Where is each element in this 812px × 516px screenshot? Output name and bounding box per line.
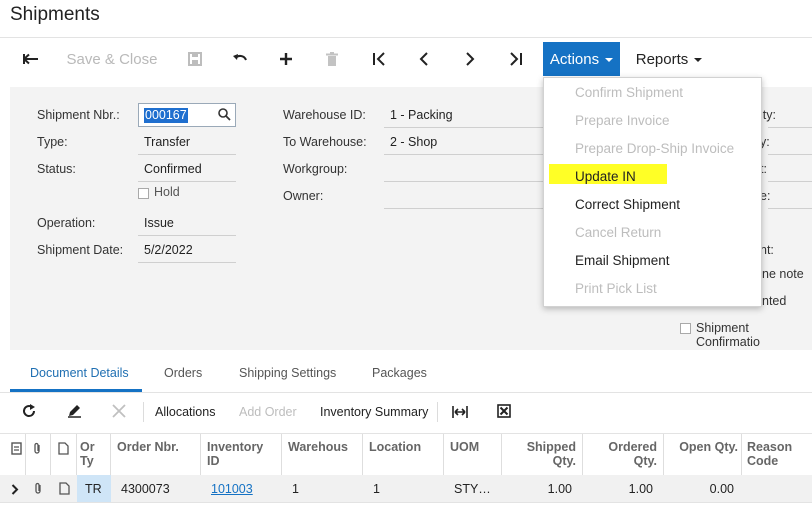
allocations-button[interactable]: Allocations	[155, 405, 215, 419]
shipment-confirmation-checkbox[interactable]	[680, 323, 691, 334]
cell-uom[interactable]: STY…	[454, 482, 491, 496]
add-icon[interactable]	[269, 42, 303, 76]
to-warehouse-label: To Warehouse:	[283, 135, 367, 149]
cell-open-qty[interactable]: 0.00	[668, 482, 734, 496]
undo-icon[interactable]	[223, 42, 257, 76]
right-label-fragment: ne note	[762, 267, 804, 281]
owner-field[interactable]	[384, 183, 544, 209]
refresh-icon[interactable]	[22, 404, 36, 423]
shipment-nbr-label: Shipment Nbr.:	[37, 108, 120, 122]
note-icon[interactable]	[59, 482, 70, 500]
tab-orders[interactable]: Orders	[164, 366, 202, 380]
delete-icon[interactable]	[315, 42, 349, 76]
save-close-button[interactable]: Save & Close	[62, 42, 162, 76]
shipment-nbr-field[interactable]: 000167	[138, 103, 236, 127]
export-excel-icon[interactable]	[497, 404, 511, 423]
warehouse-id-field[interactable]: 1 - Packing	[384, 102, 544, 128]
reports-menu-button[interactable]: Reports	[628, 42, 710, 76]
actions-menu-button[interactable]: Actions	[543, 42, 620, 76]
menu-item-prepare-drop-ship-invoice[interactable]: Prepare Drop-Ship Invoice	[575, 141, 734, 156]
title-divider	[0, 37, 812, 38]
shipment-date-field[interactable]: 5/2/2022	[138, 237, 236, 263]
workgroup-label: Workgroup:	[283, 162, 348, 176]
shipment-nbr-value: 000167	[144, 108, 188, 123]
search-icon[interactable]	[218, 108, 231, 126]
chevron-down-icon	[694, 58, 703, 62]
operation-label: Operation:	[37, 216, 96, 230]
menu-item-confirm-shipment[interactable]: Confirm Shipment	[575, 85, 683, 100]
tabs-divider	[0, 392, 812, 393]
field-underline	[768, 154, 812, 155]
shipment-confirmation-label: Shipment Confirmatio	[696, 321, 760, 349]
reports-label: Reports	[635, 50, 689, 68]
next-record-icon[interactable]	[453, 42, 487, 76]
cell-warehouse[interactable]: 1	[292, 482, 299, 496]
row-expand-chevron-icon[interactable]	[11, 482, 19, 500]
operation-field[interactable]: Issue	[138, 210, 236, 236]
right-label-fragment: ity:	[760, 108, 776, 122]
menu-item-email-shipment[interactable]: Email Shipment	[575, 253, 670, 268]
cell-ordered-qty[interactable]: 1.00	[589, 482, 653, 496]
field-underline	[768, 127, 812, 128]
chevron-down-icon	[605, 58, 614, 62]
actions-dropdown-menu	[543, 77, 762, 307]
to-warehouse-field[interactable]: 2 - Shop	[384, 129, 544, 155]
save-icon[interactable]	[178, 42, 212, 76]
edit-pencil-icon[interactable]	[67, 404, 82, 423]
type-field[interactable]: Transfer	[138, 129, 236, 155]
tab-document-details[interactable]: Document Details	[30, 366, 129, 380]
menu-item-prepare-invoice[interactable]: Prepare Invoice	[575, 113, 670, 128]
hold-label: Hold	[154, 185, 180, 199]
menu-item-print-pick-list[interactable]: Print Pick List	[575, 281, 657, 296]
workgroup-field[interactable]	[384, 156, 544, 182]
grid-top-border	[0, 433, 812, 434]
type-label: Type:	[37, 135, 68, 149]
toolbar-separator	[143, 402, 144, 422]
owner-label: Owner:	[283, 189, 324, 203]
first-record-icon[interactable]	[362, 42, 396, 76]
attachment-icon	[32, 442, 43, 460]
attachment-icon[interactable]	[33, 482, 44, 500]
previous-record-icon[interactable]	[407, 42, 441, 76]
row-selector-icon	[11, 442, 22, 460]
close-icon[interactable]	[112, 404, 126, 423]
last-record-icon[interactable]	[499, 42, 533, 76]
tab-shipping-settings[interactable]: Shipping Settings	[239, 366, 336, 380]
menu-item-correct-shipment[interactable]: Correct Shipment	[575, 197, 680, 212]
field-underline	[768, 181, 812, 182]
cell-shipped-qty[interactable]: 1.00	[508, 482, 572, 496]
warehouse-id-label: Warehouse ID:	[283, 108, 366, 122]
hold-checkbox[interactable]	[138, 188, 149, 199]
menu-item-cancel-return[interactable]: Cancel Return	[575, 225, 661, 240]
shipment-date-label: Shipment Date:	[37, 243, 124, 257]
tab-packages[interactable]: Packages	[372, 366, 427, 380]
toolbar-separator	[437, 402, 438, 422]
cell-inventory-id-link[interactable]: 101003	[211, 482, 253, 496]
field-underline	[768, 208, 812, 209]
menu-item-update-in[interactable]: Update IN	[575, 169, 636, 184]
cell-order-type[interactable]: TR	[85, 482, 102, 496]
right-label-fragment: nt:	[760, 243, 774, 257]
page-title: Shipments	[10, 4, 100, 25]
row-bottom-border	[0, 502, 812, 503]
inventory-summary-button[interactable]: Inventory Summary	[320, 405, 428, 419]
status-field[interactable]: Confirmed	[138, 156, 236, 182]
status-label: Status:	[37, 162, 76, 176]
right-label-fragment: nted	[762, 294, 787, 308]
back-arrow-icon[interactable]	[14, 42, 48, 76]
fit-columns-icon[interactable]	[452, 405, 468, 423]
add-order-button[interactable]: Add Order	[239, 405, 297, 419]
cell-order-nbr[interactable]: 4300073	[121, 482, 170, 496]
cell-location[interactable]: 1	[373, 482, 380, 496]
note-icon	[58, 442, 69, 460]
actions-label: Actions	[549, 50, 600, 68]
